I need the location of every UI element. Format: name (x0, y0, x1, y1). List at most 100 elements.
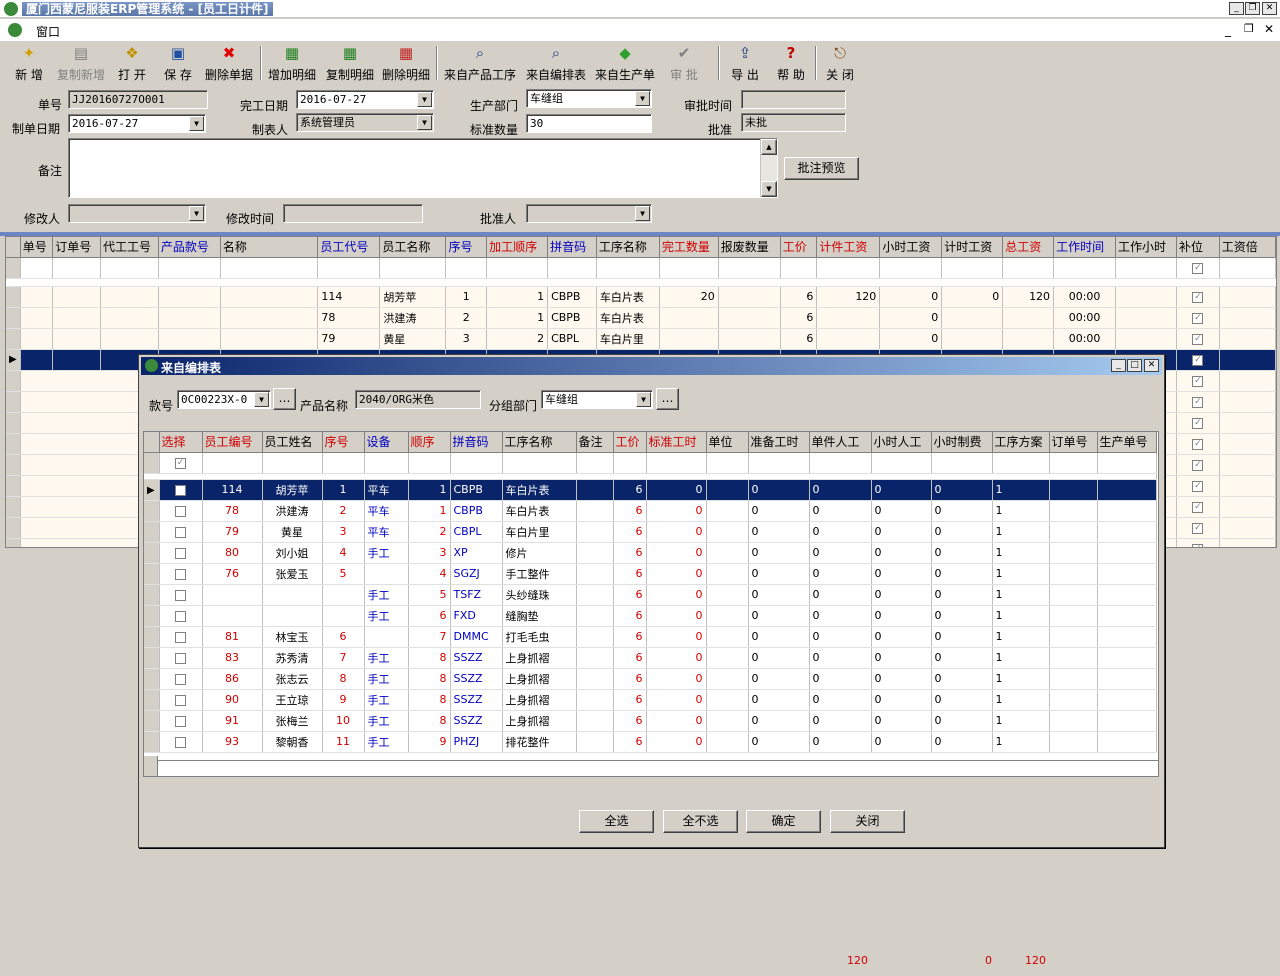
cell-price[interactable]: 6 (613, 584, 647, 606)
cell-hc[interactable]: 0 (931, 479, 993, 501)
cell-unit-name[interactable] (706, 731, 749, 753)
cell-hl[interactable]: 0 (871, 731, 932, 753)
cell-plan[interactable]: 1 (992, 479, 1050, 501)
cell-ord[interactable]: 3 (408, 542, 451, 564)
cell-timewage[interactable] (941, 328, 1004, 350)
cell-prep[interactable]: 0 (748, 731, 810, 753)
column-header[interactable]: 单件人工 (809, 432, 872, 453)
cell-proc[interactable]: 修片 (502, 542, 577, 564)
cell-prep[interactable]: 0 (748, 584, 810, 606)
cell-hc[interactable]: 0 (931, 668, 993, 690)
doc-no-field[interactable]: JJ20160727O001 (68, 90, 208, 109)
from-schedule-button[interactable]: ⌕ 来自编排表 (524, 44, 588, 84)
cell-prep[interactable]: 0 (748, 563, 810, 585)
cell-plan[interactable]: 1 (992, 668, 1050, 690)
cell-hl[interactable]: 0 (871, 563, 932, 585)
cell-name[interactable]: 黄星 (379, 328, 447, 350)
cell-emp[interactable]: 114 (202, 479, 263, 501)
cell-done[interactable] (659, 307, 719, 329)
maker-field[interactable]: 系统管理员 ▼ (296, 113, 434, 132)
cell-py[interactable]: CBPB (450, 479, 503, 501)
column-header[interactable]: 工价 (780, 237, 818, 258)
cell-price[interactable]: 6 (613, 563, 647, 585)
cell-emp[interactable] (202, 605, 263, 627)
column-header[interactable]: 小时工资 (879, 237, 943, 258)
table-row[interactable]: 90 王立琼 9 手工 8 SSZZ 上身抓褶 6 0 0 0 0 0 1 (144, 689, 1157, 711)
delete-detail-button[interactable]: ▦ 删除明细 (380, 44, 432, 84)
select-all-button[interactable]: 全选 (579, 810, 654, 833)
cell-std[interactable]: 0 (646, 479, 707, 501)
cell-name[interactable]: 洪建涛 (262, 500, 323, 522)
cell-remark[interactable] (576, 710, 614, 732)
cell-dev[interactable]: 手工 (364, 584, 409, 606)
cell-order[interactable]: 1 (486, 307, 549, 329)
cell-hl[interactable]: 0 (871, 500, 932, 522)
dropdown-arrow-icon[interactable]: ▼ (636, 392, 651, 407)
cell-hl[interactable]: 0 (871, 668, 932, 690)
cell-ord[interactable]: 8 (408, 710, 451, 732)
cell-hc[interactable]: 0 (931, 542, 993, 564)
column-header[interactable]: 计时工资 (941, 237, 1004, 258)
column-header[interactable]: 员工编号 (202, 432, 263, 453)
cell-seq[interactable]: 8 (322, 668, 365, 690)
cell-prod-no[interactable] (1097, 542, 1157, 564)
cell-dev[interactable]: 平车 (364, 500, 409, 522)
cell-py[interactable]: SSZZ (450, 710, 503, 732)
cell-chk[interactable] (159, 584, 203, 606)
column-header[interactable]: 产品款号 (158, 237, 221, 258)
mdi-minimize-icon[interactable]: _ (1225, 23, 1231, 37)
cell-hl[interactable]: 0 (871, 479, 932, 501)
cell-emp[interactable]: 81 (202, 626, 263, 648)
cell-seq[interactable] (322, 605, 365, 627)
cell-order-no[interactable] (1049, 668, 1098, 690)
cell-prod-no[interactable] (1097, 710, 1157, 732)
cell-prep[interactable]: 0 (748, 521, 810, 543)
dropdown-arrow-icon[interactable]: ▼ (254, 392, 269, 407)
cell-ord[interactable]: 8 (408, 689, 451, 711)
cell-seq[interactable]: 6 (322, 626, 365, 648)
row-checkbox[interactable] (175, 610, 186, 622)
checkbox[interactable]: ✓ (1192, 522, 1204, 534)
checkbox[interactable]: ✓ (1192, 480, 1204, 492)
cell-order-no[interactable] (1049, 542, 1098, 564)
cell-chk[interactable] (159, 647, 203, 669)
cell-total[interactable] (1002, 328, 1055, 350)
menu-item-window[interactable]: 窗口 (36, 23, 60, 40)
cell-plan[interactable]: 1 (992, 689, 1050, 711)
table-row[interactable]: 93 黎朝香 11 手工 9 PHZJ 排花整件 6 0 0 0 0 0 1 (144, 731, 1157, 753)
cell-plan[interactable]: 1 (992, 710, 1050, 732)
cell-prep[interactable]: 0 (748, 668, 810, 690)
cell-timewage[interactable]: 0 (941, 286, 1004, 308)
cell-unit[interactable]: 0 (809, 605, 872, 627)
column-header[interactable]: 拼音码 (450, 432, 503, 453)
save-button[interactable]: ▣ 保 存 (158, 44, 198, 84)
row-checkbox[interactable] (175, 631, 186, 643)
cell-order-no[interactable] (1049, 584, 1098, 606)
dialog-maximize-icon[interactable]: □ (1127, 359, 1142, 372)
cell-py[interactable]: SGZJ (450, 563, 503, 585)
cell-remark[interactable] (576, 584, 614, 606)
copy-detail-button[interactable]: ▦ 复制明细 (324, 44, 376, 84)
cell-order-no[interactable] (1049, 521, 1098, 543)
cell-time[interactable]: 00:00 (1053, 307, 1117, 329)
cell-prod-no[interactable] (1097, 689, 1157, 711)
cell-hc[interactable]: 0 (931, 605, 993, 627)
row-checkbox[interactable] (175, 505, 186, 517)
cell-hl[interactable]: 0 (871, 542, 932, 564)
modify-time-field[interactable] (283, 204, 423, 223)
scroll-up-icon[interactable]: ▲ (761, 139, 777, 155)
column-header[interactable]: 选择 (159, 432, 203, 453)
export-button[interactable]: ⇪ 导 出 (724, 44, 766, 84)
cell-unit[interactable]: 0 (809, 689, 872, 711)
cell-name[interactable]: 洪建涛 (379, 307, 447, 329)
column-header[interactable]: 补位 (1176, 237, 1220, 258)
minimize-icon[interactable]: _ (1229, 2, 1244, 15)
cell-py[interactable]: PHZJ (450, 731, 503, 753)
cell-hl[interactable]: 0 (871, 521, 932, 543)
close-icon[interactable]: ✕ (1262, 2, 1277, 15)
from-output-button[interactable]: ◆ 来自生产单 (594, 44, 656, 84)
cell-proc[interactable]: 车白片表 (502, 500, 577, 522)
cell-chk[interactable] (159, 542, 203, 564)
cell-unit[interactable]: 0 (809, 668, 872, 690)
cell-price[interactable]: 6 (613, 479, 647, 501)
